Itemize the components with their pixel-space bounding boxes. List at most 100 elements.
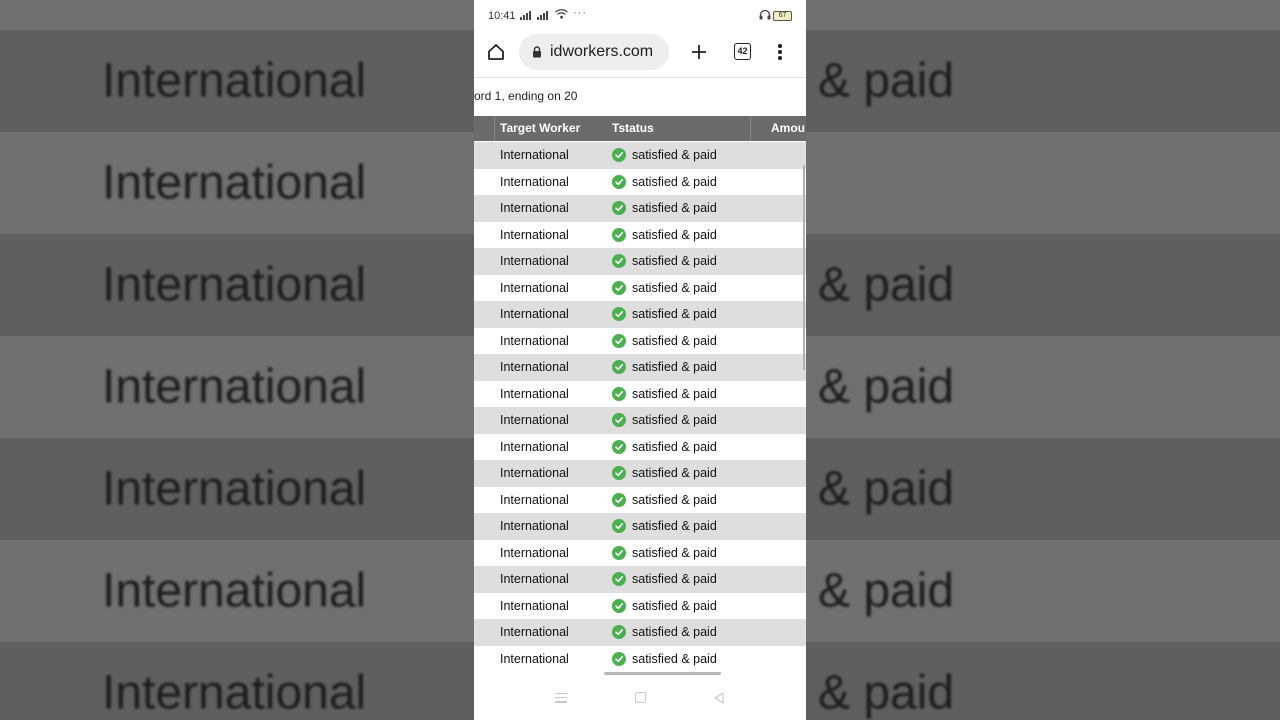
column-divider (750, 116, 751, 141)
target-worker-cell: International (500, 227, 569, 242)
column-header-tstatus[interactable]: Tstatus (612, 121, 654, 135)
overflow-dots: ··· (573, 7, 587, 19)
check-circle-icon (612, 254, 626, 268)
column-header-target-worker[interactable]: Target Worker (500, 121, 580, 135)
status-cell: satisfied & paid (632, 598, 717, 613)
bg-right-text: & paid (818, 360, 955, 414)
table-row[interactable]: International satisfied & paid (474, 539, 806, 566)
status-cell: satisfied & paid (632, 492, 717, 507)
bg-left-text: International (102, 564, 367, 618)
bg-right-text: & paid (818, 258, 955, 312)
signal-icon (537, 11, 548, 20)
status-cell: satisfied & paid (632, 174, 717, 189)
status-cell: satisfied & paid (632, 254, 717, 268)
check-circle-icon (612, 651, 626, 666)
nav-home-icon[interactable] (635, 692, 646, 703)
status-cell: satisfied & paid (632, 307, 717, 321)
bg-left-text: International (102, 258, 367, 312)
status-cell: satisfied & paid (632, 439, 717, 454)
status-cell: satisfied & paid (632, 148, 717, 162)
target-worker-cell: International (500, 625, 569, 639)
table-body: International satisfied & paid Internation… (474, 142, 806, 672)
table-row[interactable]: International satisfied & paid (474, 592, 806, 619)
check-circle-icon (612, 492, 626, 507)
back-icon[interactable] (712, 691, 726, 705)
table-row[interactable]: International satisfied & paid (474, 407, 806, 434)
check-circle-icon (612, 439, 626, 454)
status-cell: satisfied & paid (632, 280, 717, 295)
table-header: Target Worker Tstatus Amou (474, 116, 806, 141)
target-worker-cell: International (500, 598, 569, 613)
status-cell: satisfied & paid (632, 625, 717, 639)
tab-switcher-button[interactable]: 42 (734, 43, 751, 60)
status-cell: satisfied & paid (632, 201, 717, 215)
table-row[interactable]: International satisfied & paid (474, 619, 806, 646)
table-row[interactable]: International satisfied & paid (474, 566, 806, 593)
table-row[interactable]: International satisfied & paid (474, 354, 806, 381)
bg-left-text: International (102, 666, 367, 720)
target-worker-cell: International (500, 333, 569, 348)
check-circle-icon (612, 280, 626, 295)
more-menu-icon[interactable] (774, 42, 786, 62)
phone-screen: 10:41 ··· 67 idworkers.com 42 ord 1, end… (474, 0, 806, 720)
target-worker-cell: International (500, 201, 569, 215)
wifi-icon (555, 9, 568, 19)
url-bar[interactable]: idworkers.com (519, 34, 669, 70)
new-tab-icon[interactable] (688, 41, 710, 63)
bg-right-text: & paid (818, 564, 955, 618)
table-row[interactable]: International satisfied & paid (474, 327, 806, 354)
browser-toolbar: idworkers.com 42 (474, 32, 806, 78)
target-worker-cell: International (500, 545, 569, 560)
check-circle-icon (612, 201, 626, 215)
home-icon[interactable] (486, 42, 506, 62)
table-row[interactable]: International satisfied & paid (474, 195, 806, 222)
headset-icon (759, 9, 771, 20)
target-worker-cell: International (500, 492, 569, 507)
target-worker-cell: International (500, 174, 569, 189)
bg-left-text: International (102, 462, 367, 516)
check-circle-icon (612, 519, 626, 533)
check-circle-icon (612, 307, 626, 321)
recent-apps-icon[interactable] (555, 693, 567, 703)
check-circle-icon (612, 466, 626, 480)
status-cell: satisfied & paid (632, 227, 717, 242)
url-text: idworkers.com (550, 43, 654, 60)
target-worker-cell: International (500, 572, 569, 586)
check-circle-icon (612, 360, 626, 374)
status-cell: satisfied & paid (632, 386, 717, 401)
check-circle-icon (612, 625, 626, 639)
check-circle-icon (612, 598, 626, 613)
bg-right-text: & paid (818, 54, 955, 108)
table-row[interactable]: International satisfied & paid (474, 248, 806, 275)
table-row[interactable]: International satisfied & paid (474, 301, 806, 328)
target-worker-cell: International (500, 360, 569, 374)
record-range-text: ord 1, ending on 20 (474, 89, 578, 103)
horizontal-scrollbar[interactable] (604, 672, 721, 675)
table-row[interactable]: International satisfied & paid (474, 486, 806, 513)
table-row[interactable]: International satisfied & paid (474, 274, 806, 301)
check-circle-icon (612, 174, 626, 189)
table-row[interactable]: International satisfied & paid (474, 513, 806, 540)
status-time: 10:41 (488, 10, 516, 22)
table-row[interactable]: International satisfied & paid (474, 221, 806, 248)
target-worker-cell: International (500, 519, 569, 533)
check-circle-icon (612, 386, 626, 401)
check-circle-icon (612, 545, 626, 560)
column-header-amount[interactable]: Amou (771, 121, 805, 135)
bg-left-text: International (102, 54, 367, 108)
battery-icon: 67 (773, 11, 792, 21)
target-worker-cell: International (500, 466, 569, 480)
target-worker-cell: International (500, 254, 569, 268)
vertical-scrollbar[interactable] (803, 165, 805, 370)
status-cell: satisfied & paid (632, 333, 717, 348)
status-cell: satisfied & paid (632, 572, 717, 586)
table-row[interactable]: International satisfied & paid (474, 645, 806, 672)
check-circle-icon (612, 413, 626, 427)
table-row[interactable]: International satisfied & paid (474, 168, 806, 195)
table-row[interactable]: International satisfied & paid (474, 380, 806, 407)
table-row[interactable]: International satisfied & paid (474, 433, 806, 460)
table-row[interactable]: International satisfied & paid (474, 142, 806, 169)
table-row[interactable]: International satisfied & paid (474, 460, 806, 487)
status-cell: satisfied & paid (632, 651, 717, 666)
target-worker-cell: International (500, 148, 569, 162)
